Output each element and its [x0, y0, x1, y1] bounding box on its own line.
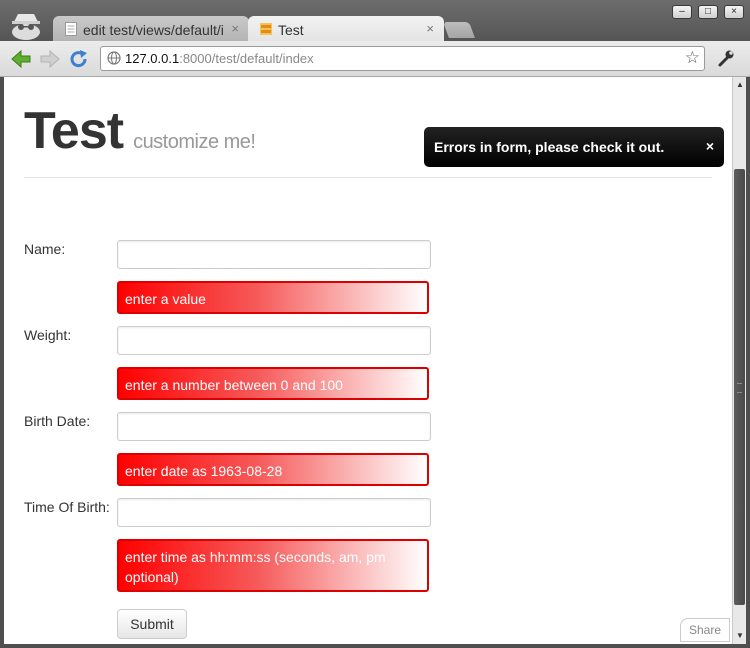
name-label: Name: [24, 241, 66, 257]
scroll-up-arrow-icon[interactable]: ▲ [735, 80, 745, 90]
share-button[interactable]: Share [680, 618, 730, 642]
tab-label: edit test/views/default/inde [83, 22, 223, 38]
tab-close-icon[interactable]: × [231, 21, 239, 36]
reload-icon[interactable] [68, 49, 90, 69]
tab-test[interactable]: Test × [248, 16, 444, 42]
tab-close-icon[interactable]: × [426, 21, 434, 36]
time-of-birth-input[interactable] [117, 498, 431, 527]
web2py-icon [260, 23, 272, 35]
tab-label: Test [278, 22, 304, 38]
close-window-button[interactable]: × [724, 5, 744, 19]
url-text: 127.0.0.1:8000/test/default/index [125, 51, 314, 66]
scroll-down-arrow-icon[interactable]: ▼ [735, 631, 745, 641]
name-error: enter a value [117, 281, 429, 314]
scrollbar-thumb[interactable] [734, 169, 745, 605]
birth-date-error: enter date as 1963-08-28 [117, 453, 429, 486]
scrollbar-grip [737, 383, 742, 393]
time-of-birth-error: enter time as hh:mm:ss (seconds, am, pm … [117, 539, 429, 592]
back-arrow-icon[interactable] [10, 49, 32, 69]
weight-input[interactable] [117, 326, 431, 355]
weight-error: enter a number between 0 and 100 [117, 367, 429, 400]
weight-label: Weight: [24, 327, 72, 343]
bookmark-star-icon[interactable]: ☆ [685, 48, 700, 68]
page-title: Test [24, 102, 124, 160]
tab-edit-view[interactable]: edit test/views/default/inde × [53, 16, 249, 42]
page-header: Test customize me! [24, 101, 256, 161]
globe-icon [107, 51, 121, 65]
vertical-scrollbar[interactable]: ▲ ▼ [732, 77, 746, 644]
time-of-birth-label: Time Of Birth: [24, 499, 110, 515]
new-tab-button[interactable] [443, 22, 475, 38]
title-bar: edit test/views/default/inde × Test × – … [0, 0, 750, 42]
flash-close-icon[interactable]: × [706, 138, 714, 154]
browser-window: edit test/views/default/inde × Test × – … [0, 0, 750, 648]
document-icon [65, 22, 77, 36]
flash-text: Errors in form, please check it out. [434, 139, 665, 155]
maximize-button[interactable]: □ [698, 5, 718, 19]
incognito-icon [12, 14, 40, 40]
address-bar[interactable]: 127.0.0.1:8000/test/default/index ☆ [100, 46, 705, 71]
url-host: 127.0.0.1 [125, 51, 180, 66]
flash-error-message: Errors in form, please check it out. × [424, 127, 724, 167]
name-input[interactable] [117, 240, 431, 269]
birth-date-label: Birth Date: [24, 413, 91, 429]
minimize-button[interactable]: – [672, 5, 692, 19]
page-subtitle: customize me! [133, 131, 256, 153]
birth-date-input[interactable] [117, 412, 431, 441]
browser-toolbar: 127.0.0.1:8000/test/default/index ☆ [0, 41, 750, 77]
page-viewport: Test customize me! Errors in form, please… [4, 77, 732, 644]
wrench-icon[interactable] [716, 48, 736, 68]
url-path: :8000/test/default/index [179, 51, 314, 66]
submit-button[interactable]: Submit [117, 609, 187, 639]
forward-arrow-icon[interactable] [39, 49, 61, 69]
header-divider [24, 177, 712, 178]
